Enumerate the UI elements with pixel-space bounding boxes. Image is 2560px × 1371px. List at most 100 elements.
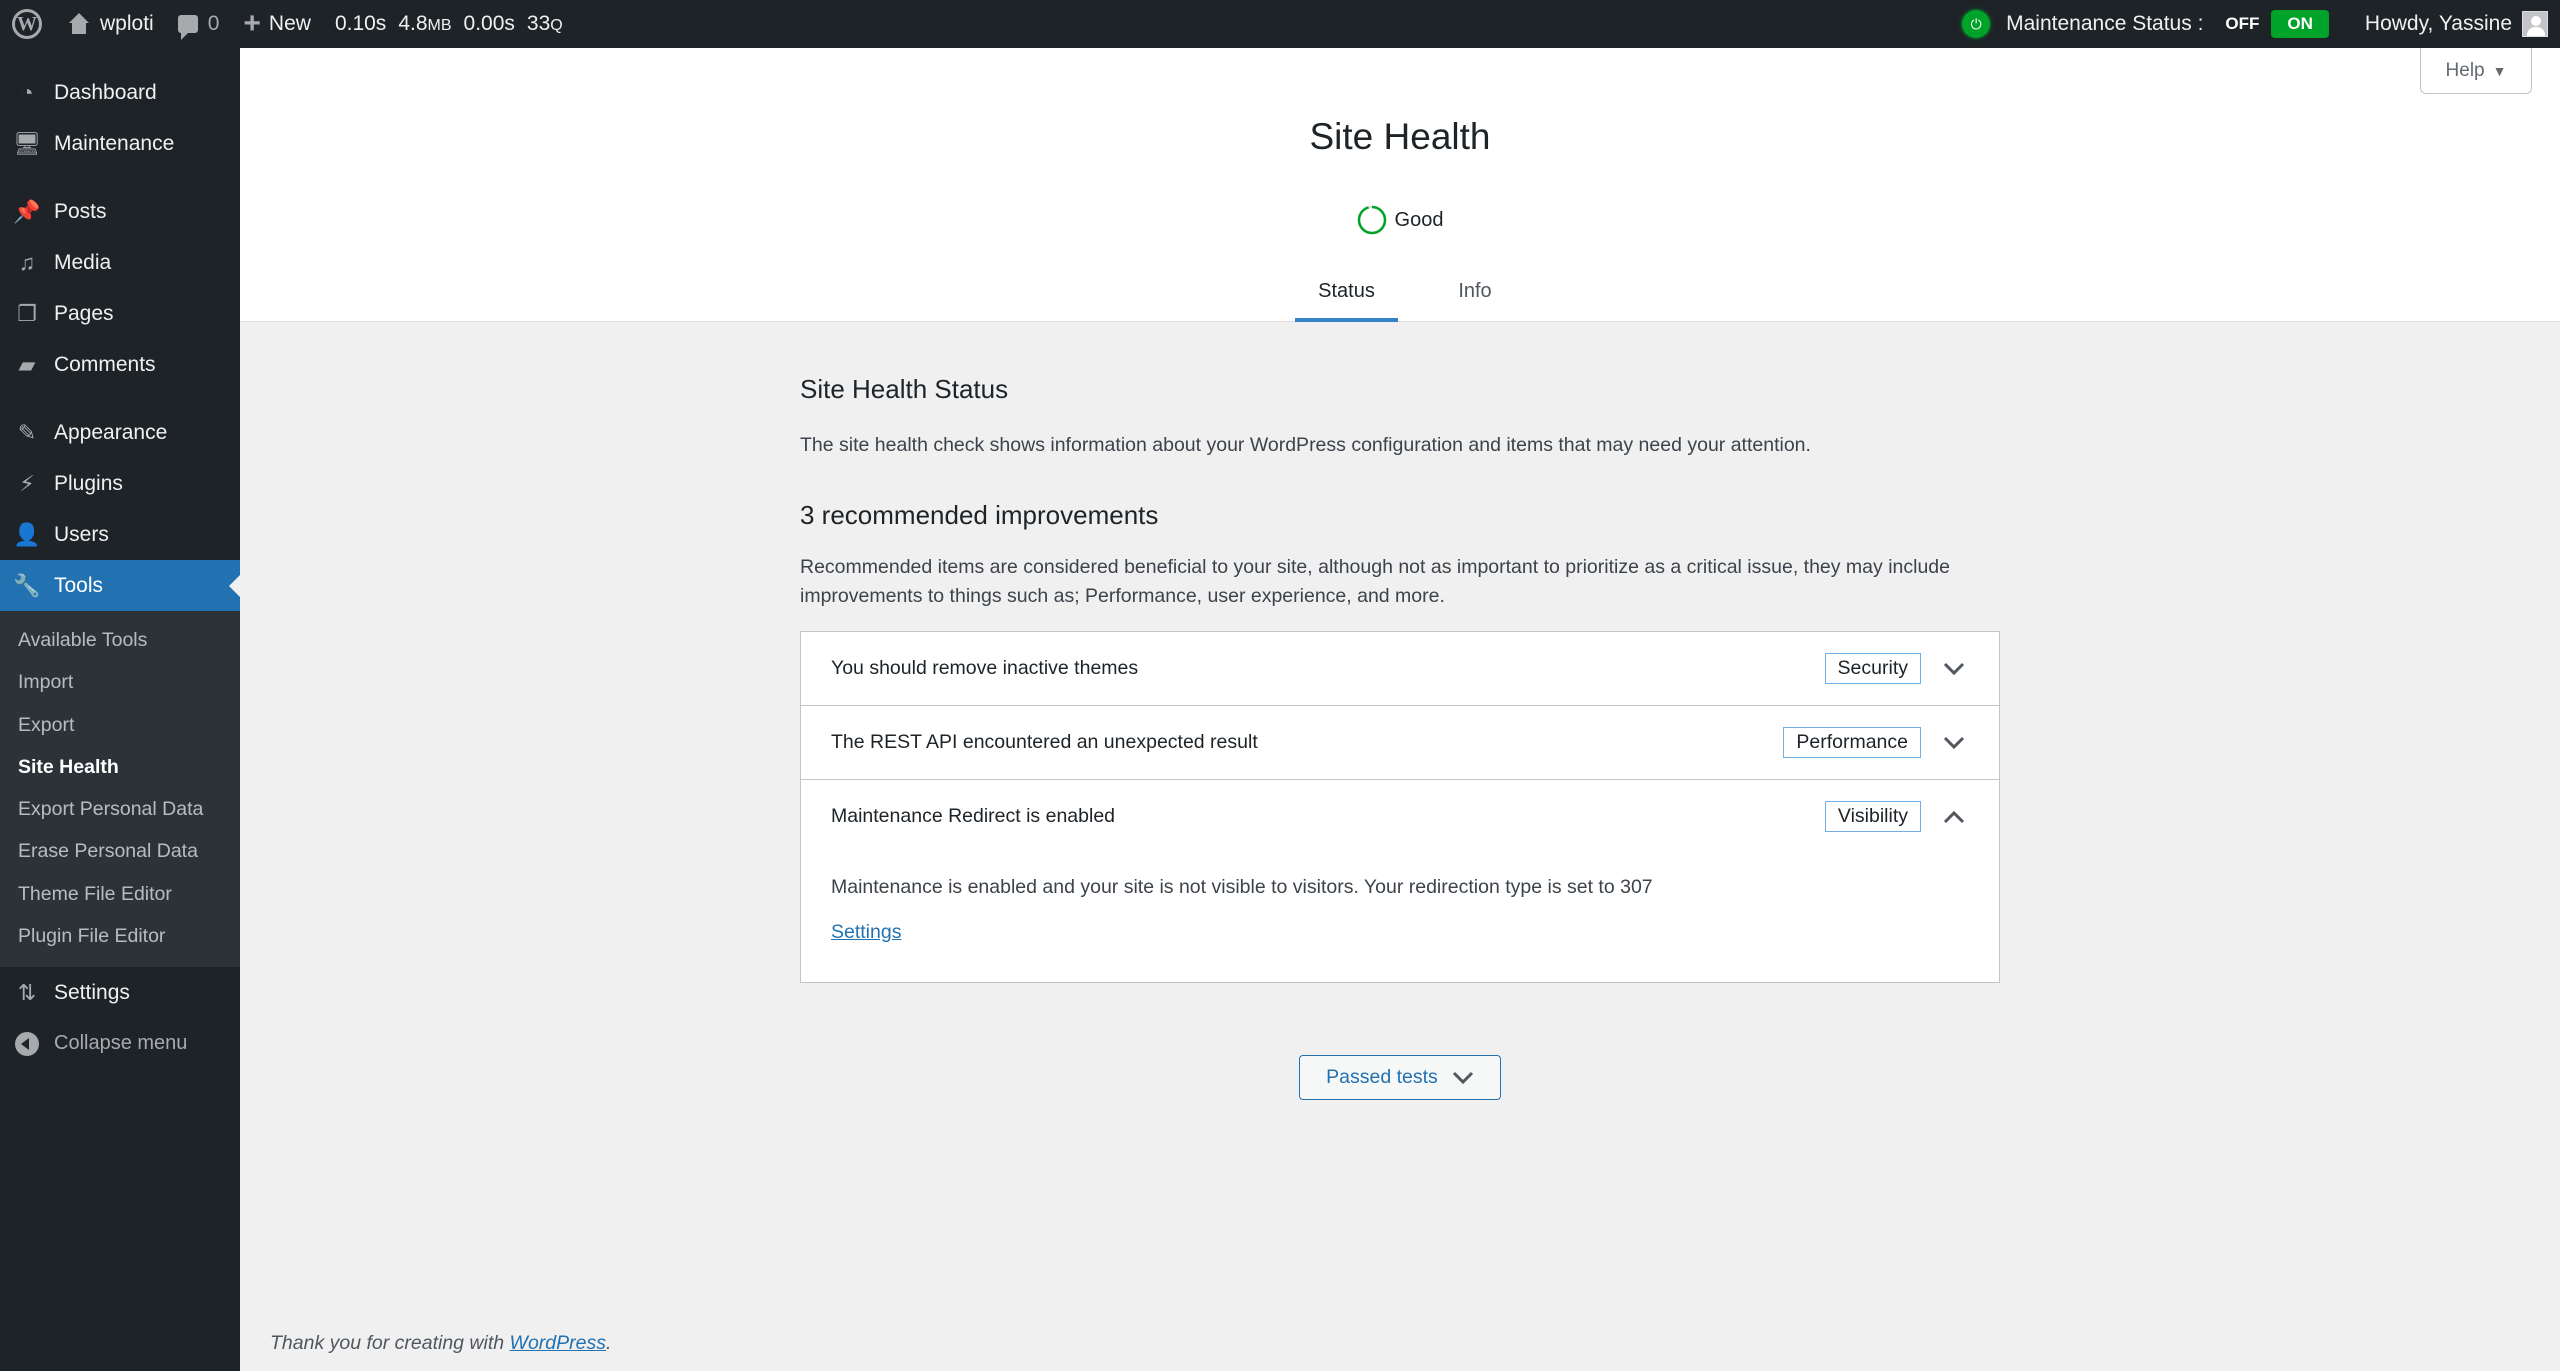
chevron-up-icon: [1939, 802, 1969, 832]
query-monitor-menu[interactable]: 0.10s 4.8MB 0.00s 33Q: [323, 0, 575, 48]
power-icon[interactable]: ⏻: [1962, 10, 1991, 38]
howdy-user-menu[interactable]: Howdy, Yassine: [2365, 12, 2512, 36]
improvements-title: 3 recommended improvements: [800, 500, 1159, 530]
comment-icon: [177, 15, 198, 40]
comments-menu[interactable]: 0: [166, 0, 232, 48]
sidebar-item-label: Comments: [54, 352, 156, 376]
sidebar-item-pages[interactable]: ❐ Pages: [0, 288, 240, 339]
site-health-content: Site Health Status The site health check…: [800, 322, 2000, 1100]
wrench-icon: 🔧: [13, 572, 41, 598]
home-icon: [68, 13, 90, 35]
wordpress-link[interactable]: WordPress: [510, 1332, 606, 1354]
submenu-export-personal-data[interactable]: Export Personal Data: [0, 788, 240, 830]
issue-toggle[interactable]: You should remove inactive themes Securi…: [801, 632, 1999, 705]
sidebar-item-label: Users: [54, 522, 109, 546]
health-rating: Good: [240, 205, 2560, 235]
qm-queries: 33Q: [526, 12, 563, 35]
issue-details: Maintenance is enabled and your site is …: [801, 853, 1999, 982]
passed-tests-button[interactable]: Passed tests: [1299, 1055, 1501, 1100]
comment-icon: ▰: [18, 351, 36, 377]
settings-icon: ⇅: [17, 979, 37, 1005]
submenu-import[interactable]: Import: [0, 661, 240, 703]
improvements-description: Recommended items are considered benefic…: [800, 556, 1950, 607]
sidebar-item-settings[interactable]: ⇅ Settings: [0, 967, 240, 1018]
chevron-down-icon: [1939, 728, 1969, 758]
sidebar-item-plugins[interactable]: ⚡ Plugins: [0, 458, 240, 509]
wordpress-logo-icon: W: [12, 9, 42, 39]
site-name-menu[interactable]: wploti: [56, 0, 166, 48]
sidebar-item-users[interactable]: 👤 Users: [0, 509, 240, 560]
admin-bar: W wploti 0 + New 0.10s 4.8MB 0.00s 33Q ⏻…: [0, 0, 2560, 48]
media-icon: ♫: [18, 249, 36, 275]
pushpin-icon: 📌: [13, 198, 41, 224]
sidebar-item-label: Plugins: [54, 471, 123, 495]
health-progress-ring: [1357, 205, 1386, 235]
help-label: Help: [2445, 59, 2485, 81]
footer-text: Thank you for creating with: [270, 1332, 510, 1354]
tab-info[interactable]: Info: [1445, 271, 1505, 322]
chevron-down-icon: [1452, 1071, 1473, 1084]
footer-suffix: .: [605, 1332, 612, 1354]
sidebar-item-label: Posts: [54, 199, 107, 223]
qm-time: 0.10s: [334, 12, 387, 35]
plus-icon: +: [243, 7, 261, 40]
dashboard-icon: ◔: [20, 79, 34, 105]
wp-logo-menu[interactable]: W: [0, 0, 56, 48]
admin-footer: Thank you for creating with WordPress.: [270, 1332, 611, 1355]
submenu-site-health[interactable]: Site Health: [0, 746, 240, 788]
issue-toggle[interactable]: Maintenance Redirect is enabled Visibili…: [801, 780, 1999, 853]
submenu-available-tools[interactable]: Available Tools: [0, 619, 240, 661]
issue-item: Maintenance Redirect is enabled Visibili…: [801, 780, 1999, 982]
sidebar-item-label: Settings: [54, 980, 130, 1004]
site-health-tabs: Status Info: [240, 271, 2560, 322]
triangle-down-icon: ▼: [2492, 62, 2507, 79]
admin-sidebar: ◔ Dashboard 🖥 Maintenance 📌 Posts ♫ Medi…: [0, 48, 240, 1371]
sidebar-item-appearance[interactable]: ✎ Appearance: [0, 407, 240, 458]
plugin-icon: ⚡: [19, 470, 35, 496]
issue-toggle[interactable]: The REST API encountered an unexpected r…: [801, 706, 1999, 779]
menu-separator: [0, 169, 240, 186]
brush-icon: ✎: [17, 419, 37, 445]
sidebar-item-dashboard[interactable]: ◔ Dashboard: [0, 67, 240, 118]
user-icon: 👤: [13, 521, 41, 547]
site-health-header: Help ▼ Site Health Good Status Info: [240, 48, 2560, 322]
submenu-erase-personal-data[interactable]: Erase Personal Data: [0, 830, 240, 872]
qm-db-time: 0.00s: [463, 12, 515, 35]
collapse-icon: [15, 1031, 39, 1056]
qm-memory: 4.8MB: [398, 12, 452, 35]
sidebar-item-label: Tools: [54, 573, 104, 597]
sidebar-item-posts[interactable]: 📌 Posts: [0, 186, 240, 237]
sidebar-item-label: Dashboard: [54, 80, 157, 104]
new-content-menu[interactable]: + New: [231, 0, 323, 48]
submenu-export[interactable]: Export: [0, 704, 240, 746]
issue-description: Maintenance is enabled and your site is …: [831, 876, 1653, 898]
issues-accordion: You should remove inactive themes Securi…: [800, 631, 2000, 983]
issue-item: The REST API encountered an unexpected r…: [801, 706, 1999, 780]
sidebar-item-comments[interactable]: ▰ Comments: [0, 339, 240, 390]
maintenance-status-label: Maintenance Status :: [2006, 12, 2204, 35]
tools-submenu: Available Tools Import Export Site Healt…: [0, 611, 240, 968]
issue-item: You should remove inactive themes Securi…: [801, 632, 1999, 706]
pages-icon: ❐: [17, 300, 37, 326]
avatar[interactable]: [2522, 11, 2548, 37]
issue-badge: Performance: [1783, 727, 1921, 758]
passed-tests-label: Passed tests: [1326, 1066, 1438, 1088]
submenu-theme-file-editor[interactable]: Theme File Editor: [0, 873, 240, 915]
maintenance-on-toggle[interactable]: ON: [2271, 10, 2329, 38]
sidebar-item-maintenance[interactable]: 🖥 Maintenance: [0, 118, 240, 169]
new-label: New: [268, 12, 311, 35]
collapse-menu-button[interactable]: Collapse menu: [0, 1018, 240, 1069]
maintenance-off-toggle[interactable]: OFF: [2225, 14, 2259, 34]
settings-link[interactable]: Settings: [831, 921, 901, 944]
menu-separator: [0, 390, 240, 407]
page-title: Site Health: [1309, 116, 1491, 157]
issue-title: Maintenance Redirect is enabled: [831, 805, 1116, 827]
status-section-title: Site Health Status: [800, 374, 1009, 404]
tab-status[interactable]: Status: [1295, 271, 1398, 322]
sidebar-item-tools[interactable]: 🔧 Tools: [0, 560, 240, 611]
help-button[interactable]: Help ▼: [2420, 48, 2532, 94]
monitor-icon: 🖥: [13, 130, 41, 156]
submenu-plugin-file-editor[interactable]: Plugin File Editor: [0, 915, 240, 957]
sidebar-item-label: Appearance: [54, 420, 168, 444]
sidebar-item-media[interactable]: ♫ Media: [0, 237, 240, 288]
